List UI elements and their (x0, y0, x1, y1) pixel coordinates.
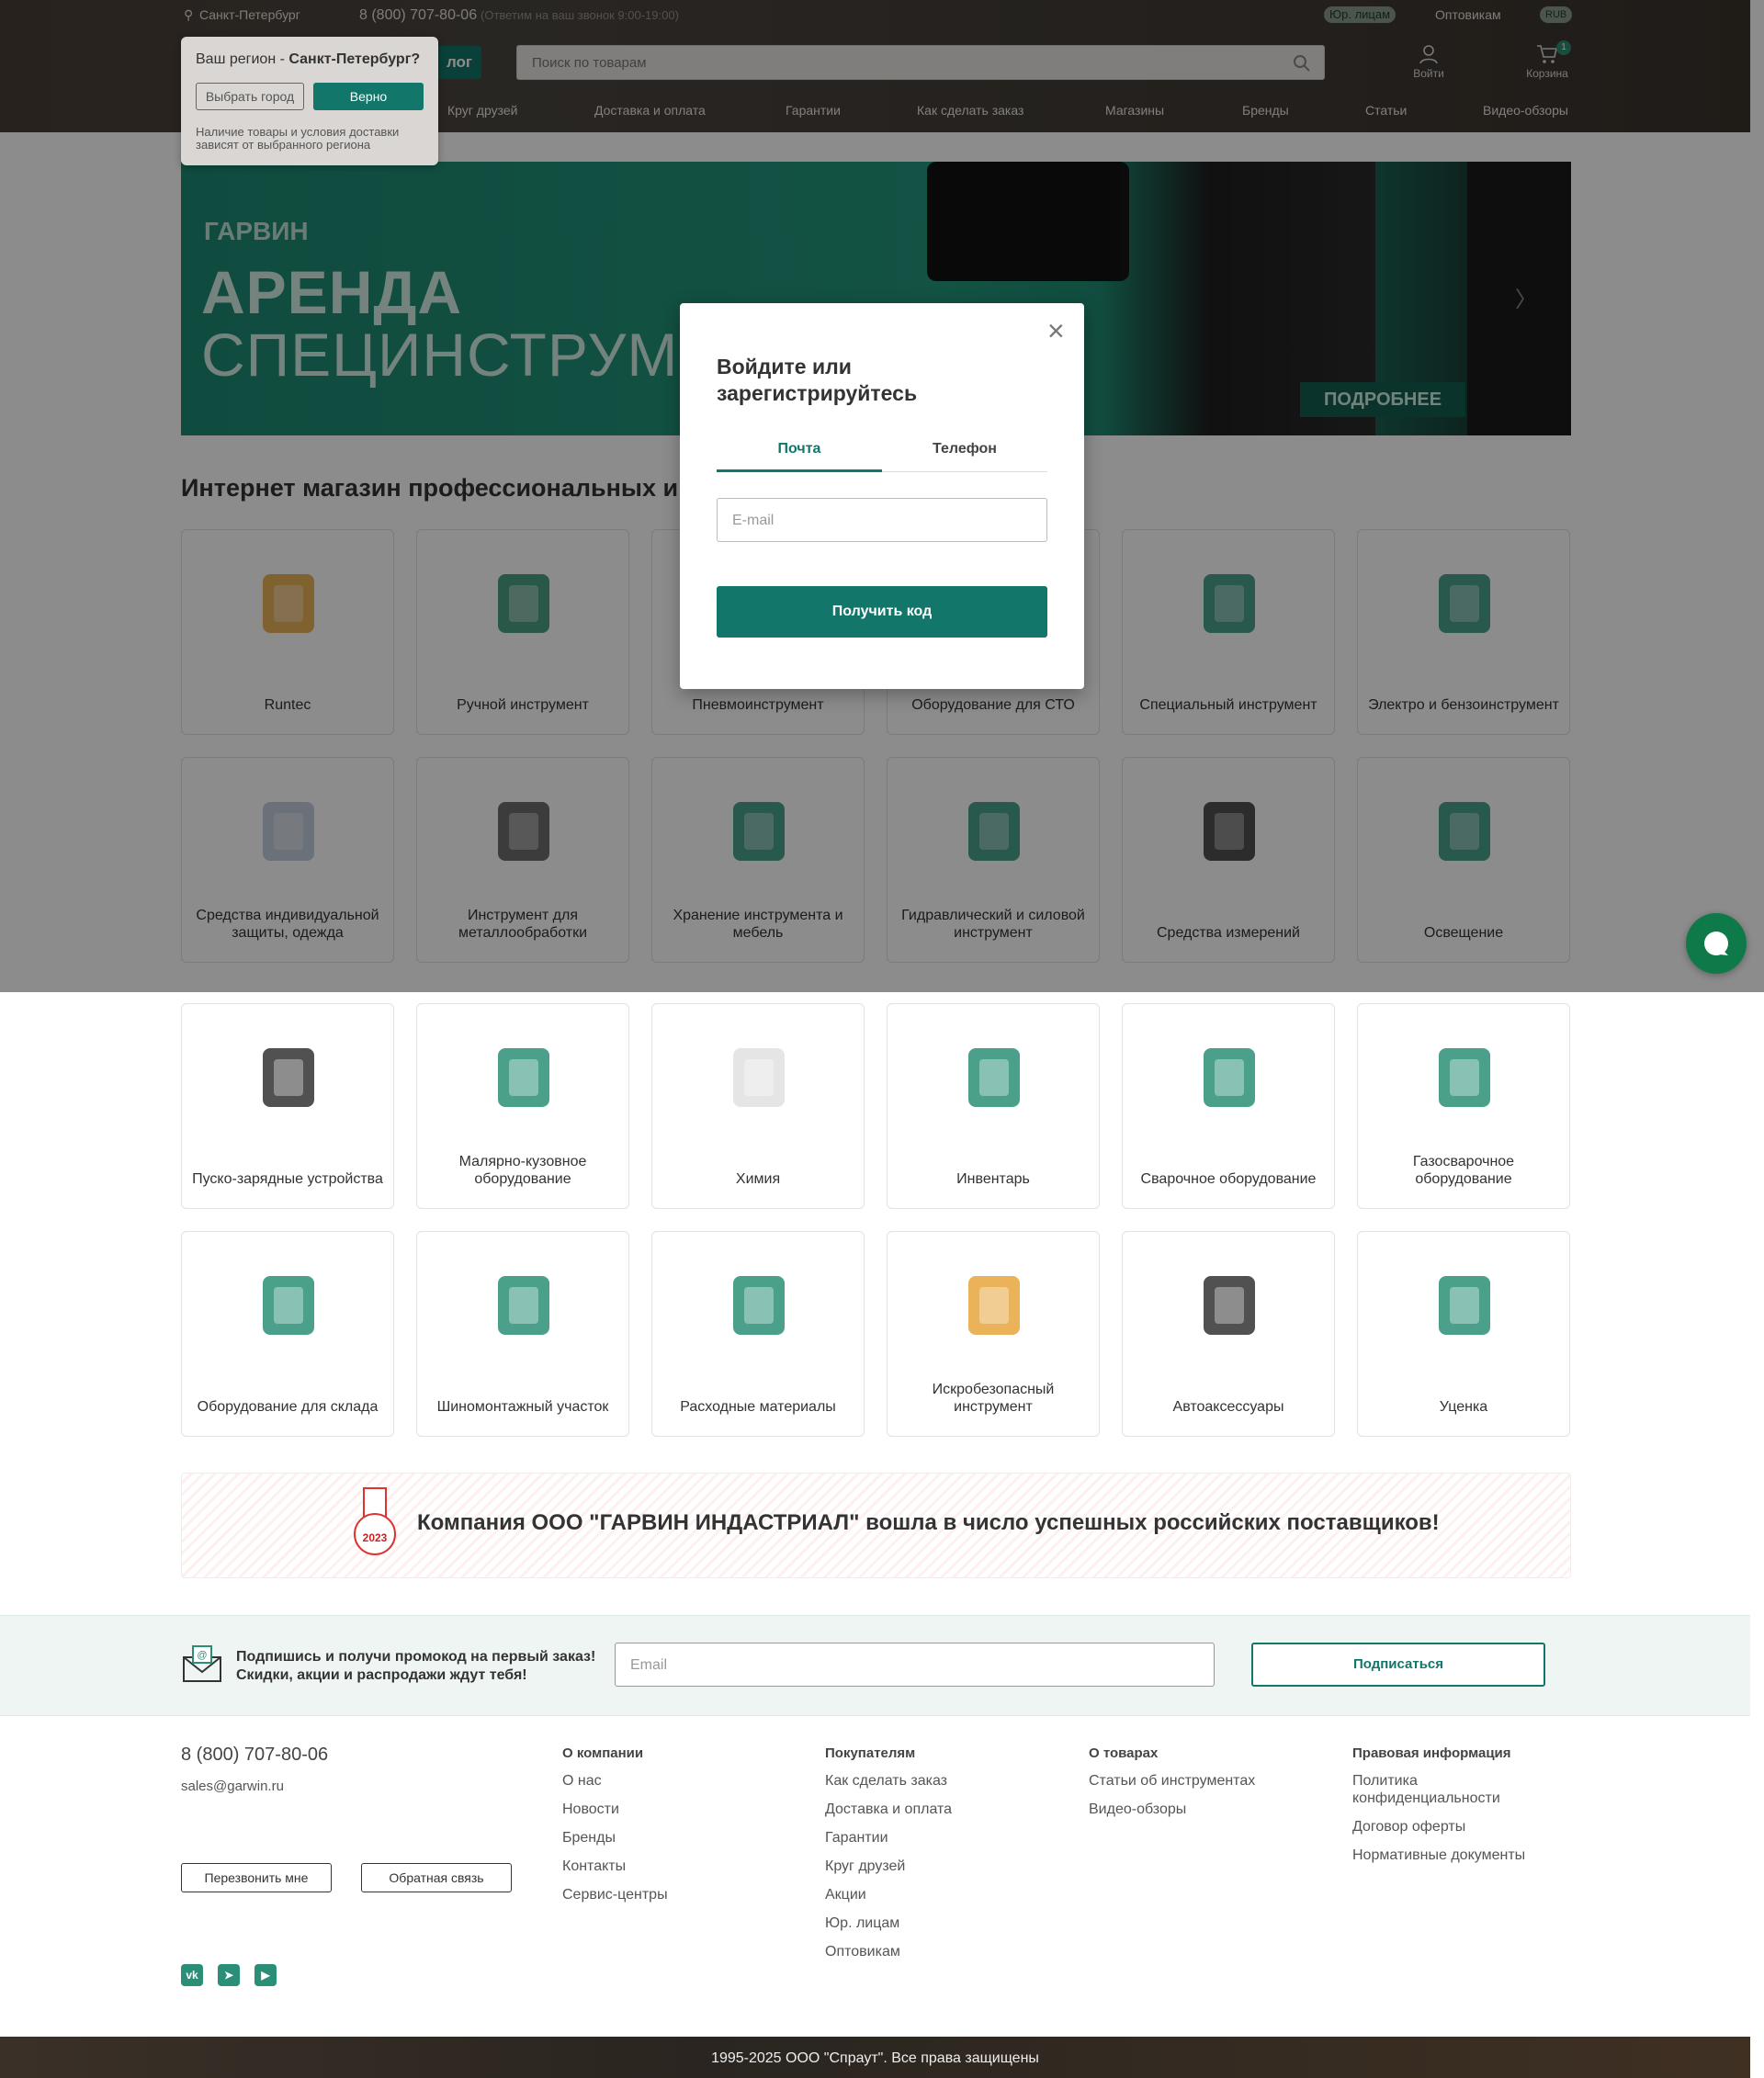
category-label: Оборудование для склада (197, 1399, 379, 1415)
tab-phone[interactable]: Телефон (882, 441, 1047, 472)
choose-city-button[interactable]: Выбрать город (196, 83, 304, 110)
category-label: Уценка (1439, 1399, 1488, 1415)
category-tile-welding[interactable]: Сварочное оборудование (1122, 1003, 1335, 1209)
footer-col3-link[interactable]: Статьи об инструментах (1089, 1772, 1282, 1790)
award-year: 2023 (362, 1531, 388, 1544)
chemicals-image (713, 1032, 805, 1124)
subscribe-line2: Скидки, акции и распродажи ждут тебя! (236, 1667, 527, 1683)
tab-email[interactable]: Почта (717, 441, 882, 472)
category-tile-car-accessories[interactable]: Автоаксессуары (1122, 1231, 1335, 1437)
email-field[interactable]: E-mail (717, 498, 1047, 542)
category-label: Шиномонтажный участок (436, 1399, 609, 1415)
warehouse-equipment-image (243, 1259, 334, 1351)
category-tile-discounts[interactable]: Уценка (1357, 1231, 1570, 1437)
footer-col4-link[interactable]: Политика конфиденциальности (1352, 1772, 1545, 1807)
discounts-image (1419, 1259, 1510, 1351)
paint-body-equipment-image (478, 1032, 570, 1124)
category-tile-paint-body-equipment[interactable]: Малярно-кузовное оборудование (416, 1003, 629, 1209)
footer-col2-link[interactable]: Как сделать заказ (825, 1772, 1018, 1790)
footer-col4-link[interactable]: Нормативные документы (1352, 1846, 1545, 1864)
copyright-text: 1995-2025 ООО "Спраут". Все права защище… (711, 2050, 1039, 2066)
footer-col1-link[interactable]: Новости (562, 1801, 755, 1818)
footer-col4-title: Правовая информация (1352, 1745, 1511, 1761)
email-placeholder: E-mail (732, 513, 775, 528)
promo-text: Компания ООО "ГАРВИН ИНДАСТРИАЛ" вошла в… (417, 1510, 1440, 1535)
region-question-city: Санкт-Петербург? (288, 51, 421, 67)
category-label: Искробезопасный инструмент (932, 1382, 1055, 1415)
footer-col1-link[interactable]: Контакты (562, 1858, 755, 1875)
confirm-city-button[interactable]: Верно (313, 83, 424, 110)
youtube-icon[interactable]: ▶ (254, 1964, 277, 1986)
modal-title: Войдите или зарегистрируйтесь (717, 355, 918, 405)
region-note: Наличие товары и условия доставки завися… (196, 125, 400, 152)
footer-email[interactable]: sales@garwin.ru (181, 1779, 284, 1794)
category-tile-consumables[interactable]: Расходные материалы (651, 1231, 865, 1437)
category-label: Инвентарь (956, 1171, 1030, 1187)
category-tile-jump-starters[interactable]: Пуско-зарядные устройства (181, 1003, 394, 1209)
region-question: Ваш регион - Санкт-Петербург? (196, 51, 420, 68)
get-code-button[interactable]: Получить код (717, 586, 1047, 638)
login-modal: × Войдите или зарегистрируйтесь Почта Те… (680, 303, 1084, 689)
award-badge-icon: 2023 (354, 1487, 396, 1563)
category-tile-tire-service[interactable]: Шиномонтажный участок (416, 1231, 629, 1437)
close-icon[interactable]: × (1047, 316, 1065, 345)
spark-proof-tools-image (948, 1259, 1040, 1351)
footer-col1-link[interactable]: Сервис-центры (562, 1886, 755, 1903)
category-label: Химия (735, 1171, 781, 1187)
category-label: Пуско-зарядные устройства (192, 1171, 383, 1187)
feedback-button[interactable]: Обратная связь (361, 1863, 512, 1892)
category-label: Расходные материалы (680, 1399, 836, 1415)
subscribe-email-placeholder: Email (630, 1657, 668, 1673)
footer-col2-link[interactable]: Круг друзей (825, 1858, 1018, 1875)
category-tile-gas-welding[interactable]: Газосварочное оборудование (1357, 1003, 1570, 1209)
footer-phone[interactable]: 8 (800) 707-80-06 (181, 1745, 328, 1766)
gas-welding-image (1419, 1032, 1510, 1124)
consumables-image (713, 1259, 805, 1351)
subscribe-section: @ Подпишись и получи промокод на первый … (0, 1615, 1750, 1716)
category-label: Газосварочное оборудование (1412, 1154, 1515, 1187)
vk-icon[interactable]: vk (181, 1964, 203, 1986)
footer-col4-link[interactable]: Договор оферты (1352, 1818, 1545, 1835)
category-tile-warehouse-equipment[interactable]: Оборудование для склада (181, 1231, 394, 1437)
category-tile-inventory[interactable]: Инвентарь (887, 1003, 1100, 1209)
footer-col2-link[interactable]: Доставка и оплата (825, 1801, 1018, 1818)
footer-col2-link[interactable]: Юр. лицам (825, 1914, 1018, 1932)
footer-col1-link[interactable]: Бренды (562, 1829, 755, 1846)
svg-text:@: @ (197, 1650, 207, 1661)
chat-button[interactable] (1686, 913, 1747, 974)
footer-col1-title: О компании (562, 1745, 644, 1761)
category-tile-chemicals[interactable]: Химия (651, 1003, 865, 1209)
category-label: Сварочное оборудование (1140, 1171, 1317, 1187)
footer-col2-link[interactable]: Оптовикам (825, 1943, 1018, 1960)
subscribe-email-input[interactable]: Email (615, 1643, 1215, 1687)
category-label: Малярно-кузовное оборудование (458, 1154, 587, 1187)
subscribe-line1: Подпишись и получи промокод на первый за… (236, 1649, 596, 1665)
subscribe-button[interactable]: Подписаться (1251, 1643, 1545, 1687)
tire-service-image (478, 1259, 570, 1351)
callback-button[interactable]: Перезвонить мне (181, 1863, 332, 1892)
footer-col2-link[interactable]: Гарантии (825, 1829, 1018, 1846)
jump-starters-image (243, 1032, 334, 1124)
telegram-icon[interactable]: ➤ (218, 1964, 240, 1986)
footer-col1-link[interactable]: О нас (562, 1772, 755, 1790)
promo-banner[interactable]: 2023 Компания ООО "ГАРВИН ИНДАСТРИАЛ" во… (181, 1473, 1571, 1578)
footer-col3-link[interactable]: Видео-обзоры (1089, 1801, 1282, 1818)
envelope-icon: @ (183, 1645, 221, 1682)
category-tile-spark-proof-tools[interactable]: Искробезопасный инструмент (887, 1231, 1100, 1437)
region-popup: Ваш регион - Санкт-Петербург? Выбрать го… (181, 37, 438, 165)
inventory-image (948, 1032, 1040, 1124)
footer-col2-title: Покупателям (825, 1745, 916, 1761)
category-label: Автоаксессуары (1172, 1399, 1284, 1415)
car-accessories-image (1183, 1259, 1275, 1351)
welding-image (1183, 1032, 1275, 1124)
footer-col3-title: О товарах (1089, 1745, 1159, 1761)
chat-bubble-icon (1704, 932, 1728, 955)
region-question-prefix: Ваш регион - (196, 51, 289, 67)
copyright-bar: 1995-2025 ООО "Спраут". Все права защище… (0, 2037, 1750, 2078)
footer-col2-link[interactable]: Акции (825, 1886, 1018, 1903)
